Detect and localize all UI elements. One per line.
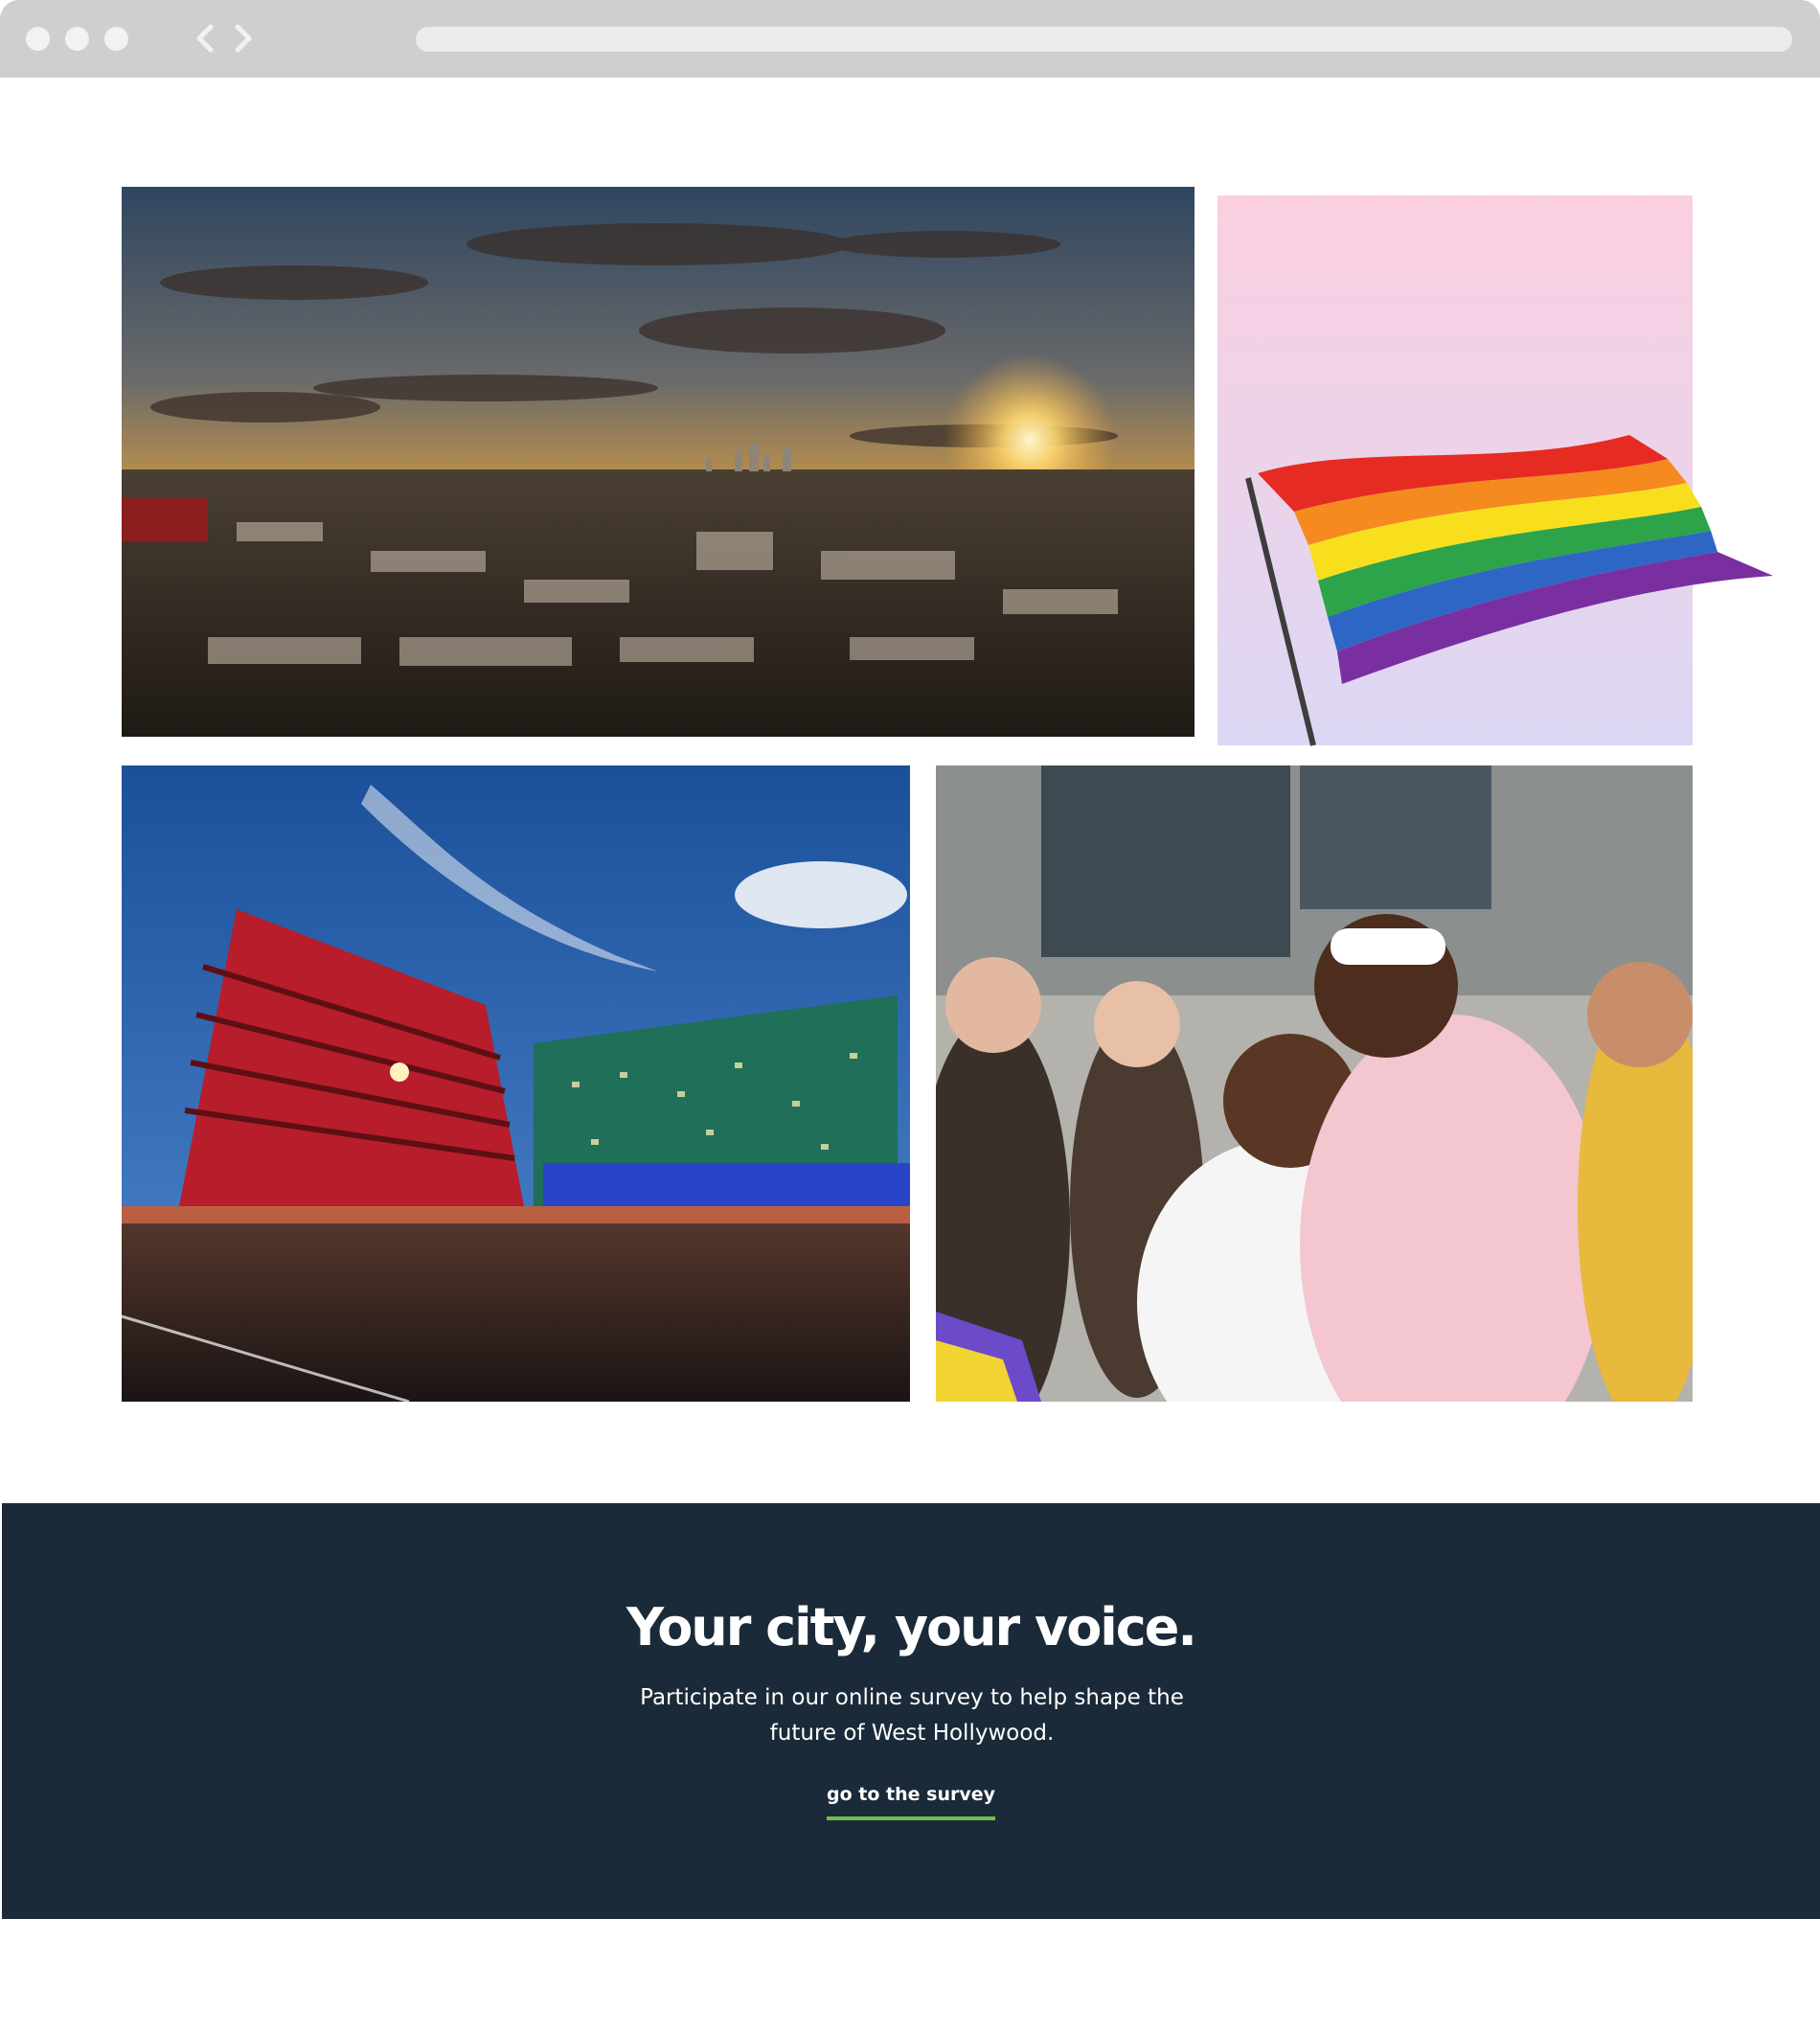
back-arrow-icon[interactable]: [192, 19, 218, 57]
pride-parade-crowd-photo: [936, 765, 1693, 1402]
pacific-design-center-photo: [122, 765, 910, 1402]
go-to-survey-label: go to the survey: [827, 1784, 995, 1820]
address-bar[interactable]: [416, 27, 1792, 52]
window-close-button[interactable]: [26, 27, 50, 51]
survey-cta-section: Your city, your voice. Participate in ou…: [2, 1503, 1820, 1919]
window-maximize-button[interactable]: [104, 27, 128, 51]
cta-title: Your city, your voice.: [626, 1597, 1197, 1657]
cta-description: Participate in our online survey to help…: [640, 1685, 1184, 1746]
aerial-city-sunset-photo: [122, 187, 1194, 737]
browser-toolbar: [0, 0, 1820, 78]
window-minimize-button[interactable]: [65, 27, 89, 51]
go-to-survey-link[interactable]: go to the survey: [2, 1784, 1820, 1820]
forward-arrow-icon[interactable]: [230, 19, 257, 57]
rainbow-pride-flag-photo: [1217, 195, 1773, 746]
